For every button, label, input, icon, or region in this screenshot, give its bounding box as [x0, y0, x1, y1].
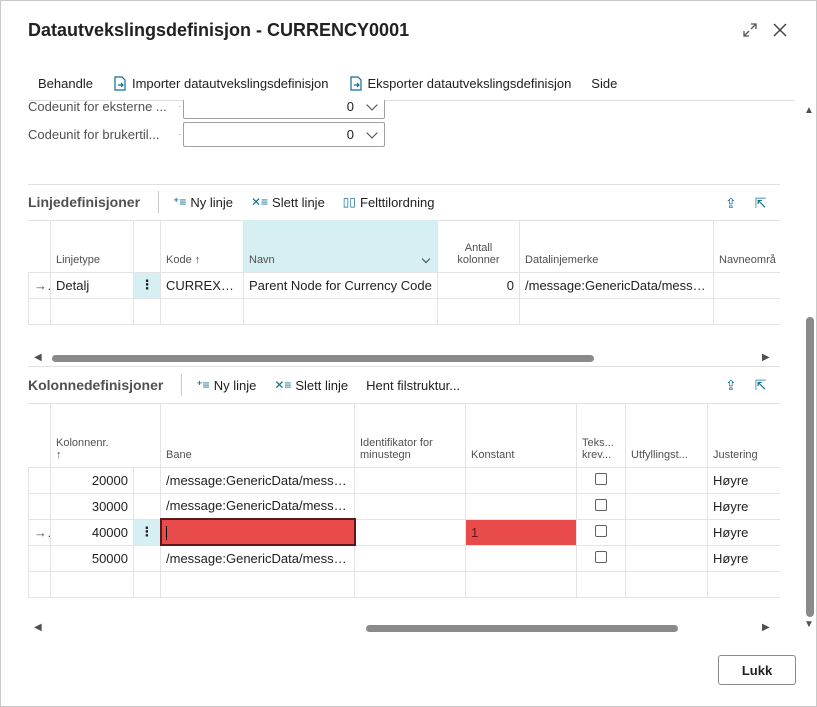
- scrollbar-thumb[interactable]: [806, 317, 814, 617]
- expand-icon[interactable]: [739, 19, 761, 41]
- open-in-new-icon[interactable]: ⇱: [755, 377, 767, 394]
- col-utfylling[interactable]: Utfyllingst...: [625, 403, 708, 467]
- delete-line-icon: ✕≡: [274, 378, 292, 392]
- line-defs-delete-line-button[interactable]: ✕≡ Slett linje: [251, 195, 325, 210]
- current-row-arrow-icon: →: [28, 271, 51, 299]
- open-in-new-icon[interactable]: ⇱: [755, 195, 767, 212]
- line-defs-grid: Linjetype Kode ↑ Navn Antall kolonner Da…: [28, 220, 780, 325]
- tekst-krev-checkbox[interactable]: [595, 524, 607, 537]
- chevron-down-icon: [366, 100, 378, 111]
- col-identifikator[interactable]: Identifikator for minustegn: [354, 403, 466, 467]
- scroll-right-icon[interactable]: ▶: [762, 352, 770, 363]
- line-defs-title: Linjedefinisjoner: [28, 194, 141, 210]
- dialog: Datautvekslingsdefinisjon - CURRENCY0001…: [0, 0, 817, 707]
- scroll-left-icon[interactable]: ◀: [34, 622, 42, 633]
- ext-codeunit-input[interactable]: 0: [183, 100, 385, 119]
- text-cursor: [165, 525, 167, 540]
- close-button[interactable]: Lukk: [718, 655, 796, 685]
- col-defs-part-icons: ⇪ ⇱: [725, 377, 766, 394]
- scroll-down-icon[interactable]: ▼: [804, 619, 814, 630]
- line-defs-header: Linjedefinisjoner ⁺≡ Ny linje ✕≡ Slett l…: [28, 188, 452, 216]
- dialog-title: Datautvekslingsdefinisjon - CURRENCY0001: [28, 20, 410, 40]
- action-export-definition[interactable]: Eksporter datautvekslingsdefinisjon: [349, 75, 571, 91]
- col-defs-grid: Kolonnenr. ↑ Bane Identifikator for minus…: [28, 403, 780, 598]
- col-bane[interactable]: Bane: [160, 403, 355, 467]
- col-defs-delete-line-button[interactable]: ✕≡ Slett linje: [274, 378, 348, 393]
- row-menu-icon[interactable]: ⋮: [133, 271, 161, 299]
- action-import-definition[interactable]: Importer datautvekslingsdefinisjon: [113, 76, 329, 91]
- col-antall-kolonner[interactable]: Antall kolonner: [437, 220, 520, 272]
- current-row-arrow-icon: →: [28, 518, 51, 546]
- konstant-error-cell[interactable]: 1: [465, 518, 577, 546]
- share-icon[interactable]: ⇪: [725, 377, 737, 394]
- col-navn[interactable]: Navn: [243, 220, 438, 272]
- export-icon: [349, 75, 363, 91]
- user-codeunit-input[interactable]: 0: [183, 122, 385, 147]
- row-menu-icon[interactable]: ⋮: [133, 518, 161, 546]
- col-tekst-krev[interactable]: Teks... krev...: [576, 403, 626, 467]
- table-row[interactable]: 50000 /message:GenericData/messag... Høy…: [28, 544, 780, 572]
- section-divider: [28, 184, 780, 185]
- field-mapping-button[interactable]: ▯▯ Felttilordning: [343, 195, 435, 210]
- tekst-krev-checkbox[interactable]: [595, 498, 607, 511]
- field-label: Codeunit for brukertil...: [28, 127, 160, 142]
- col-defs-header: Kolonnedefinisjoner ⁺≡ Ny linje ✕≡ Slett…: [28, 371, 478, 399]
- content-area: Codeunit for eksterne ... · 0 Codeunit f…: [28, 100, 780, 660]
- col-kode[interactable]: Kode ↑: [160, 220, 244, 272]
- field-label: Codeunit for eksterne ...: [28, 100, 167, 114]
- import-icon: [113, 75, 127, 91]
- scroll-left-icon[interactable]: ◀: [34, 352, 42, 363]
- col-defs-hscrollbar[interactable]: ◀ ▶: [28, 621, 780, 635]
- table-row-selected[interactable]: → 40000 ⋮ 1 Høyre: [28, 518, 780, 546]
- share-icon[interactable]: ⇪: [725, 195, 737, 212]
- table-row-empty[interactable]: [28, 570, 780, 598]
- field-mapping-icon: ▯▯: [342, 195, 357, 209]
- col-kolonnenr[interactable]: Kolonnenr. ↑: [50, 403, 134, 467]
- action-bar: Behandle Importer datautvekslingsdefinis…: [28, 65, 637, 101]
- scrollbar-thumb[interactable]: [366, 625, 678, 632]
- bane-input-error[interactable]: [159, 518, 356, 546]
- scroll-right-icon[interactable]: ▶: [762, 622, 770, 633]
- table-row-empty[interactable]: [28, 297, 780, 325]
- field-user-codeunit: Codeunit for brukertil... · 0: [28, 122, 385, 147]
- line-defs-part-icons: ⇪ ⇱: [725, 195, 766, 212]
- get-file-structure-button[interactable]: Hent filstruktur...: [366, 378, 460, 393]
- tekst-krev-checkbox[interactable]: [595, 472, 607, 485]
- table-row[interactable]: 20000 /message:GenericData/messag... Høy…: [28, 466, 780, 494]
- action-side[interactable]: Side: [591, 76, 617, 91]
- col-justering[interactable]: Justering: [707, 403, 780, 467]
- table-row[interactable]: 30000 /message:GenericData/messag... Høy…: [28, 492, 780, 520]
- col-linjetype[interactable]: Linjetype: [50, 220, 134, 272]
- sort-ascending-icon: ↑: [56, 448, 62, 461]
- field-ext-codeunit: Codeunit for eksterne ... · 0: [28, 100, 385, 119]
- table-row[interactable]: → Detalj ⋮ CURREXCH... Parent Node for C…: [28, 271, 780, 299]
- col-konstant[interactable]: Konstant: [465, 403, 577, 467]
- col-defs-new-line-button[interactable]: ⁺≡ Ny linje: [196, 378, 256, 393]
- col-datalinjemerke[interactable]: Datalinjemerke: [519, 220, 714, 272]
- line-defs-hscrollbar[interactable]: ◀ ▶: [28, 351, 780, 365]
- new-line-icon: ⁺≡: [173, 195, 187, 209]
- page-vscrollbar[interactable]: ▲ ▼: [802, 105, 816, 633]
- chevron-down-icon: [421, 254, 431, 263]
- scroll-up-icon[interactable]: ▲: [804, 105, 814, 116]
- line-defs-new-line-button[interactable]: ⁺≡ Ny linje: [173, 195, 233, 210]
- tekst-krev-checkbox[interactable]: [595, 550, 607, 563]
- col-defs-title: Kolonnedefinisjoner: [28, 377, 164, 393]
- chevron-down-icon: [366, 126, 378, 139]
- col-navneomrade[interactable]: Navneområ: [713, 220, 780, 272]
- action-behandle[interactable]: Behandle: [38, 76, 93, 91]
- scrollbar-thumb[interactable]: [52, 355, 594, 362]
- new-line-icon: ⁺≡: [196, 378, 210, 392]
- delete-line-icon: ✕≡: [250, 195, 269, 209]
- close-icon[interactable]: [769, 19, 791, 41]
